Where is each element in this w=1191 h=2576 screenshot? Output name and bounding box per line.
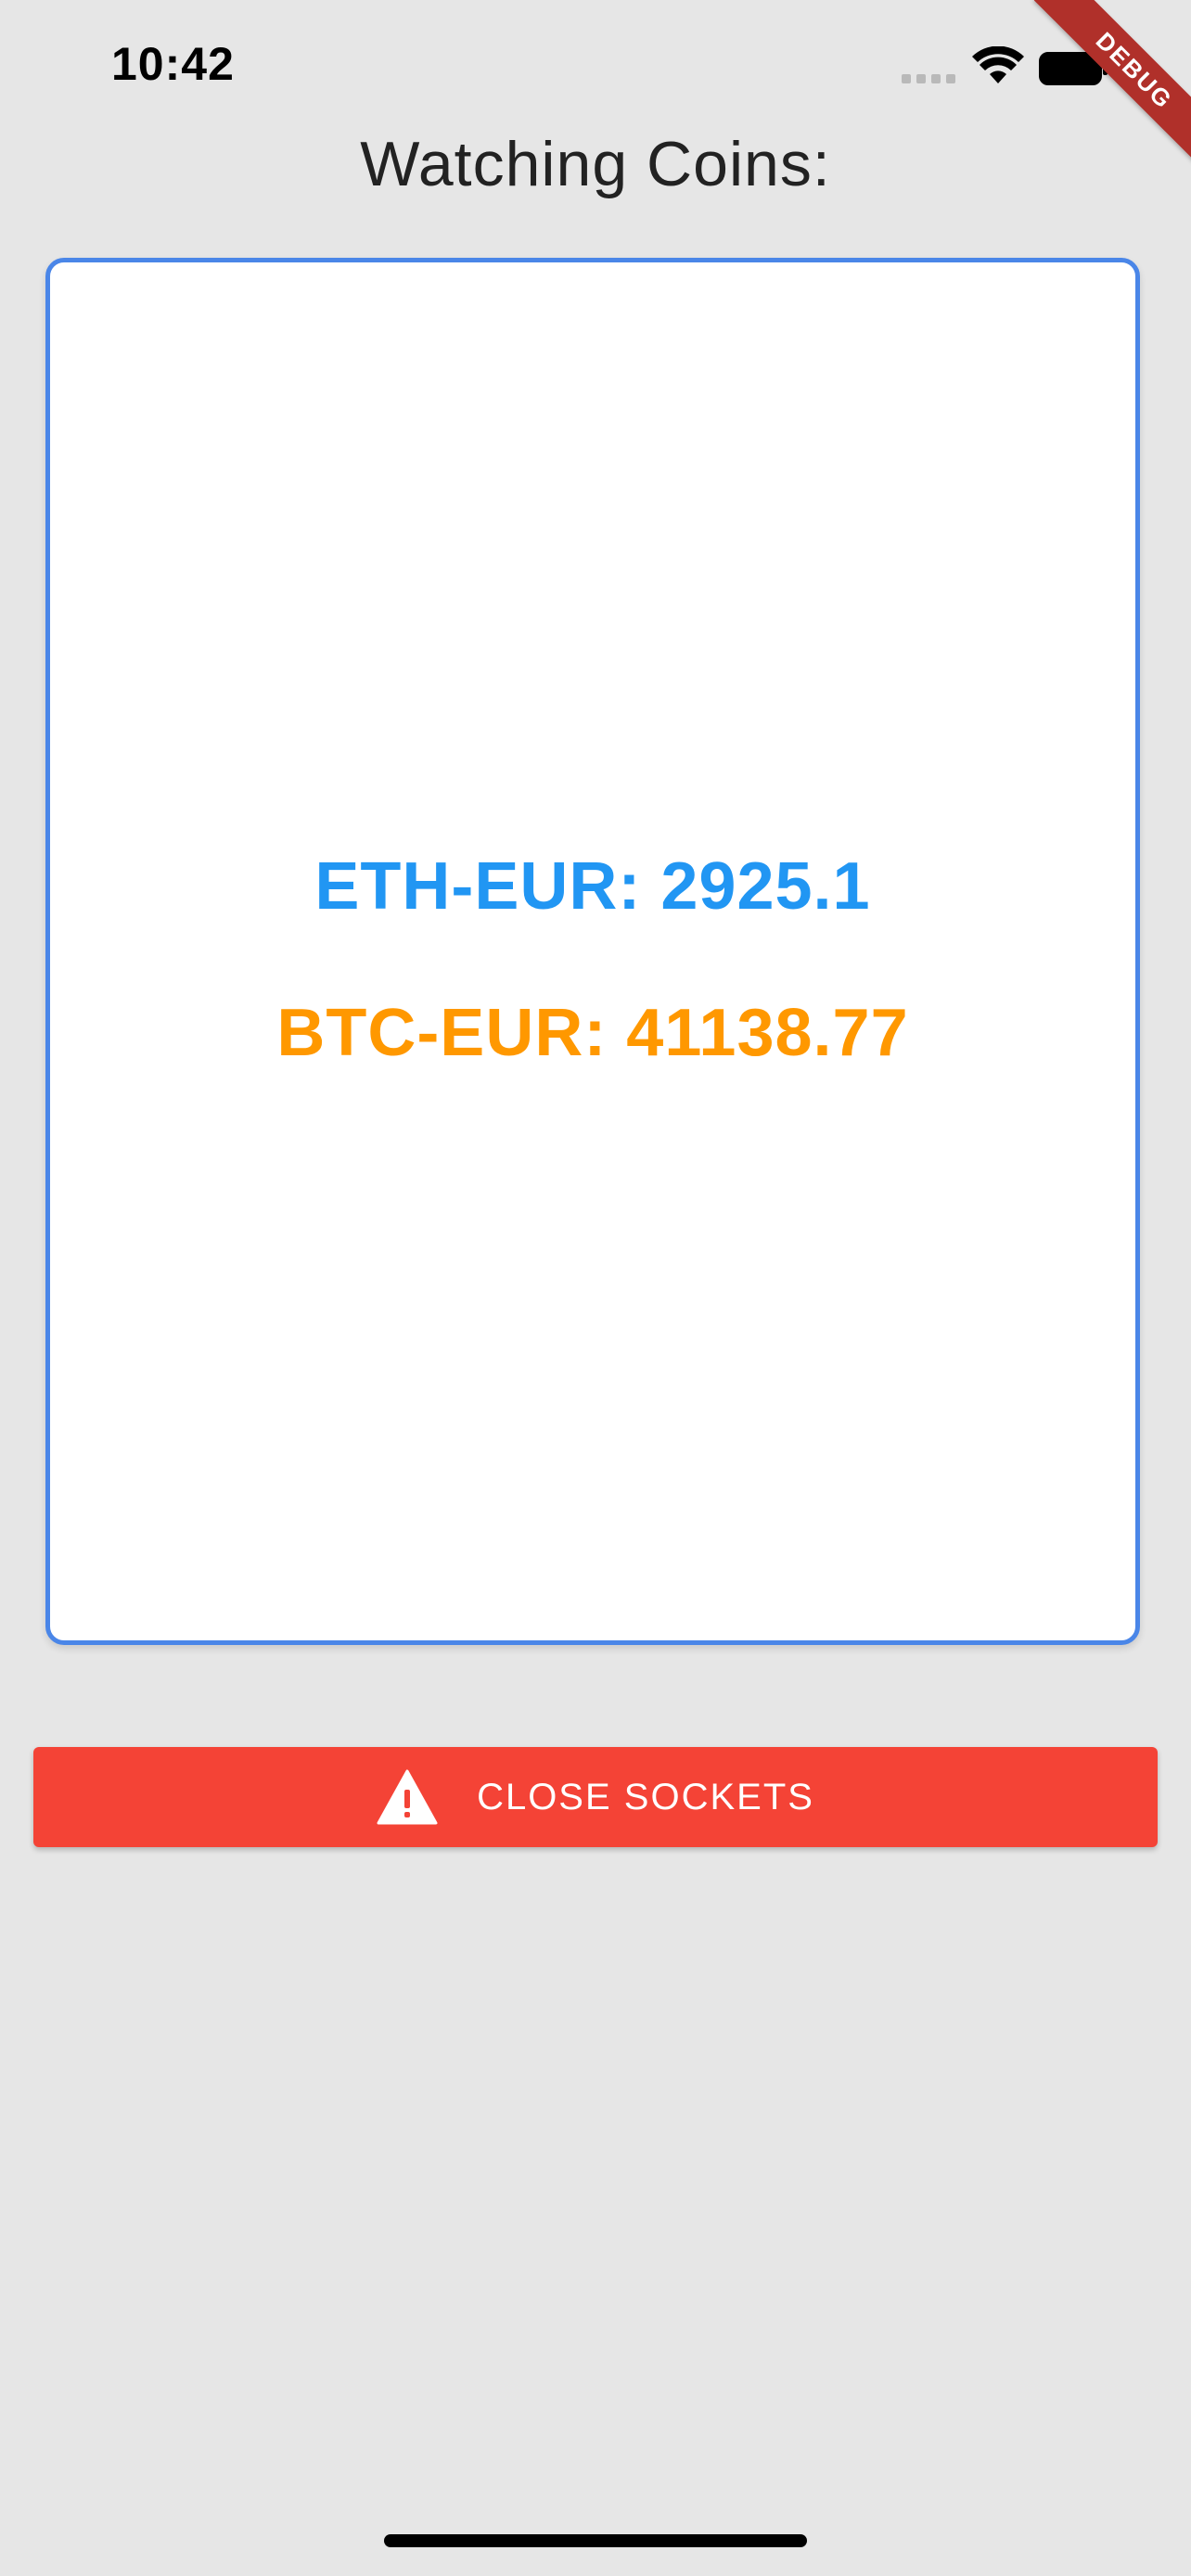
warning-icon xyxy=(377,1769,438,1825)
coin-price-card: ETH-EUR: 2925.1 BTC-EUR: 41138.77 xyxy=(45,258,1140,1645)
close-sockets-label: CLOSE SOCKETS xyxy=(477,1776,814,1817)
wifi-icon xyxy=(972,46,1024,83)
coin-price-btc: BTC-EUR: 41138.77 xyxy=(276,996,909,1070)
status-time: 10:42 xyxy=(111,38,235,90)
page-title: Watching Coins: xyxy=(360,129,831,199)
app-screen: 10:42 DEBUG Watching Coins: ETH-EUR: 292… xyxy=(0,0,1191,2576)
status-bar: 10:42 xyxy=(0,0,1191,130)
home-indicator[interactable] xyxy=(384,2534,807,2547)
coin-price-eth: ETH-EUR: 2925.1 xyxy=(314,849,871,924)
cellular-signal-icon xyxy=(902,74,957,83)
close-sockets-button[interactable]: CLOSE SOCKETS xyxy=(33,1747,1158,1847)
